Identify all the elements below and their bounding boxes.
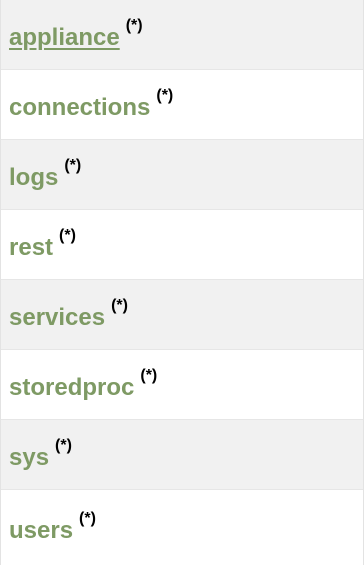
list-item: logs (*) [1, 140, 363, 210]
required-marker: (*) [59, 226, 76, 244]
required-marker: (*) [111, 296, 128, 314]
link-users[interactable]: users [9, 518, 73, 543]
link-storedproc[interactable]: storedproc [9, 375, 134, 400]
list-item: users (*) [1, 490, 363, 565]
required-marker: (*) [55, 436, 72, 454]
required-marker: (*) [64, 156, 82, 174]
link-rest[interactable]: rest [9, 235, 53, 260]
list-item: services (*) [1, 280, 363, 350]
link-connections[interactable]: connections [9, 95, 150, 120]
link-appliance[interactable]: appliance [9, 25, 120, 50]
list-item: rest (*) [1, 210, 363, 280]
link-logs[interactable]: logs [9, 165, 58, 190]
required-marker: (*) [79, 509, 96, 527]
list-item: storedproc (*) [1, 350, 363, 420]
list-item: sys (*) [1, 420, 363, 490]
link-sys[interactable]: sys [9, 445, 49, 470]
link-services[interactable]: services [9, 305, 105, 330]
required-marker: (*) [140, 366, 158, 384]
required-marker: (*) [125, 16, 143, 34]
resource-list: appliance (*) connections (*) logs (*) r… [0, 0, 364, 565]
list-item: connections (*) [1, 70, 363, 140]
list-item: appliance (*) [1, 0, 363, 70]
required-marker: (*) [156, 86, 174, 104]
